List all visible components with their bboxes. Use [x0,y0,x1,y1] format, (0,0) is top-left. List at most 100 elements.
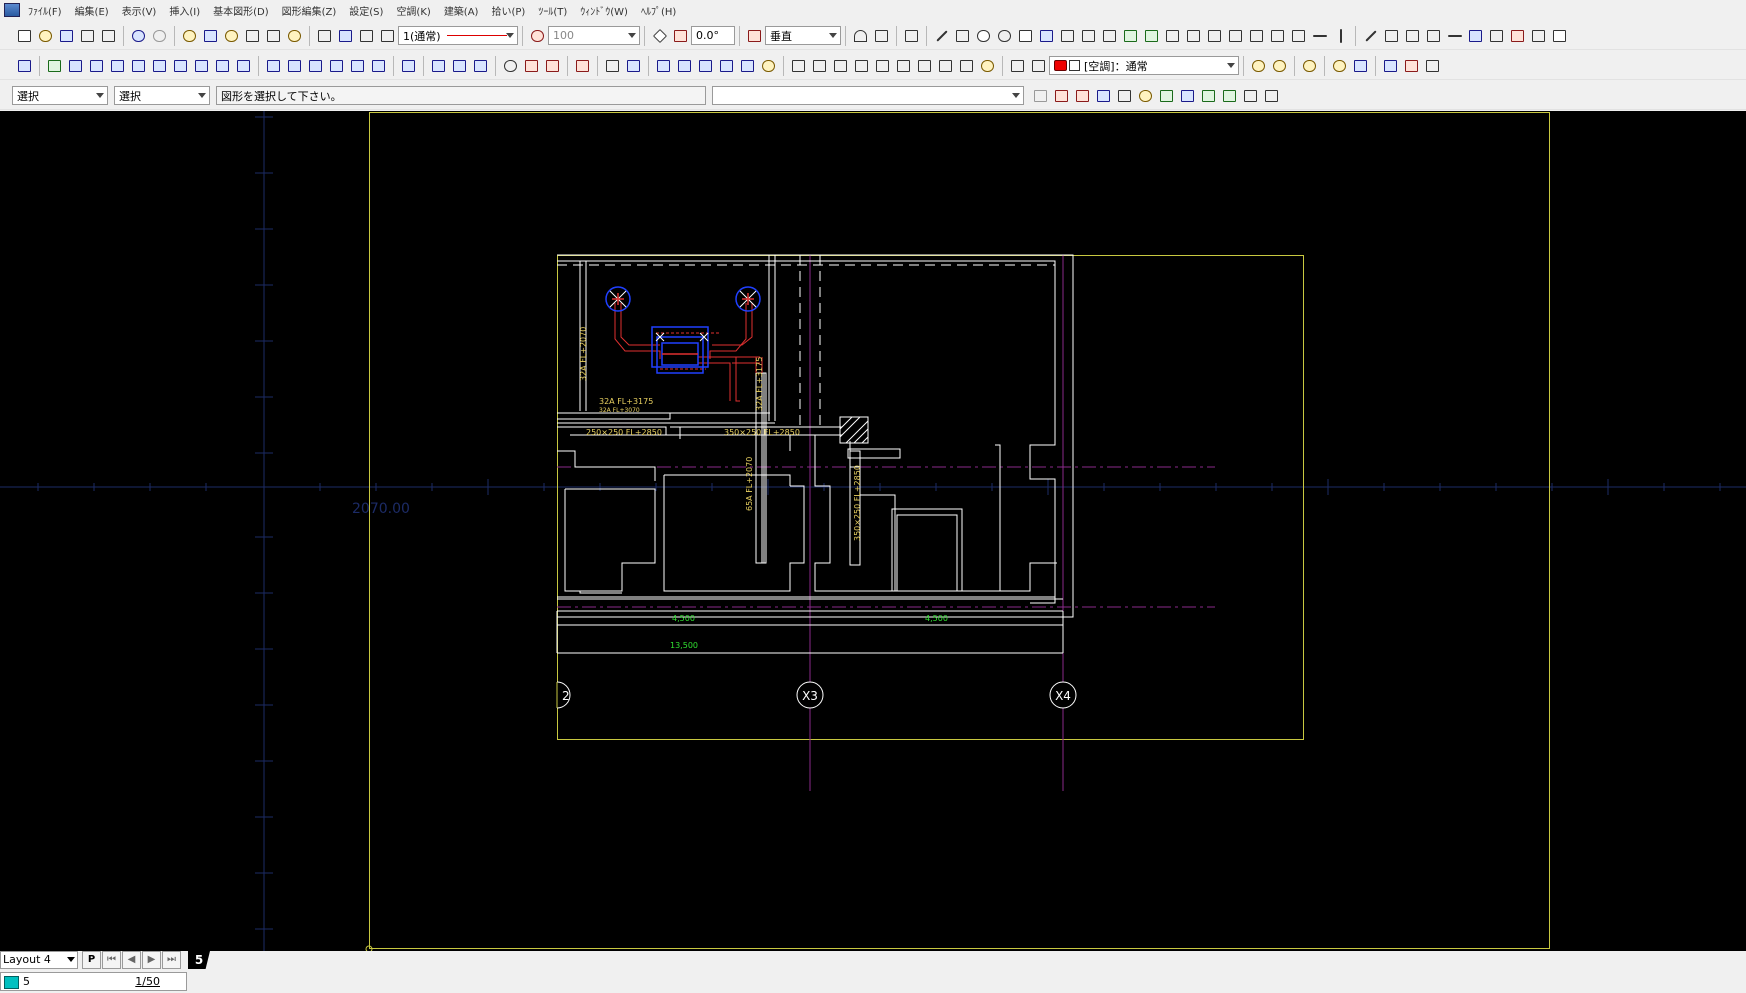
layer-set-icon[interactable] [1299,55,1320,76]
property-icon[interactable] [221,25,242,46]
pipe-fitting-icon[interactable] [470,55,491,76]
selection-mode-combo[interactable]: 選択 [12,86,108,105]
line-tool-icon[interactable] [931,25,952,46]
align-bottom-icon[interactable] [695,55,716,76]
menu-shape-edit[interactable]: 図形編集(Z) [282,3,337,18]
measure-tool-icon[interactable] [1422,55,1443,76]
cap-icon[interactable] [233,55,254,76]
pump-icon[interactable] [521,55,542,76]
height-down-icon[interactable] [809,55,830,76]
damper-icon[interactable] [263,55,284,76]
flex-duct-icon[interactable] [326,55,347,76]
open-folder-icon[interactable] [35,25,56,46]
split-view-icon[interactable] [314,25,335,46]
table-icon[interactable] [1099,25,1120,46]
arc-tool-icon[interactable] [850,25,871,46]
undo-icon[interactable] [128,25,149,46]
print-preview-icon[interactable] [77,25,98,46]
leader-icon[interactable] [1204,25,1225,46]
cross-icon[interactable] [1444,25,1465,46]
microphone-icon[interactable] [1030,85,1051,106]
info-icon[interactable] [1350,55,1371,76]
print-icon[interactable] [98,25,119,46]
corner-icon[interactable] [1267,25,1288,46]
diffuser-icon[interactable] [284,55,305,76]
measure-icon[interactable] [977,55,998,76]
duct-route-icon[interactable] [65,55,86,76]
fire-icon[interactable] [542,55,563,76]
frame-support-icon[interactable] [935,55,956,76]
layer-combo[interactable]: [空調]：通常 [1049,56,1239,75]
menu-tools[interactable]: ﾂｰﾙ(T) [538,3,567,18]
pipe-icon[interactable] [428,55,449,76]
cross-grid-icon[interactable] [1093,85,1114,106]
diagonal-line-icon[interactable] [1360,25,1381,46]
command-input[interactable] [712,86,1024,105]
menu-hvac[interactable]: 空調(K) [396,3,430,18]
cursor-icon[interactable] [1120,25,1141,46]
bracket-icon[interactable] [893,55,914,76]
pencil-icon[interactable] [871,25,892,46]
delete-icon[interactable] [1507,25,1528,46]
valve-icon[interactable] [500,55,521,76]
hanger-icon[interactable] [851,55,872,76]
prev-layout-icon[interactable]: ◀ [122,951,141,969]
circle-tool-icon[interactable] [973,25,994,46]
branch-node-icon[interactable] [1219,85,1240,106]
layer-off-icon[interactable] [1269,55,1290,76]
connect-node-icon[interactable] [1198,85,1219,106]
grid-icon[interactable] [1465,25,1486,46]
multi-line-icon[interactable] [1423,25,1444,46]
layer-on-icon[interactable] [1248,55,1269,76]
polyline-icon[interactable] [952,25,973,46]
menu-takeoff[interactable]: 拾い(P) [491,3,525,18]
align-right-icon[interactable] [737,55,758,76]
frame-icon[interactable] [1549,25,1570,46]
report-icon[interactable] [1261,85,1282,106]
elbow-icon[interactable] [128,55,149,76]
new-file-icon[interactable] [14,25,35,46]
offset-duct-icon[interactable] [212,55,233,76]
branch-icon[interactable] [191,55,212,76]
app-icon[interactable] [4,3,20,17]
layout-combo[interactable]: Layout 4 [0,951,78,969]
link-icon[interactable] [1141,25,1162,46]
insulation-icon[interactable] [398,55,419,76]
object-snap-icon[interactable] [356,25,377,46]
selection-filter-combo[interactable]: 選択 [114,86,210,105]
angle-field[interactable]: 0.0° [691,26,735,45]
align-middle-icon[interactable] [674,55,695,76]
edit-text-icon[interactable] [1051,85,1072,106]
anchor-icon[interactable] [914,55,935,76]
cloud-icon[interactable] [1162,25,1183,46]
duct-fitting-icon[interactable] [86,55,107,76]
grid-dots-icon[interactable] [1486,25,1507,46]
duct-joint-icon[interactable] [107,55,128,76]
copy-icon[interactable] [1288,25,1309,46]
paper-space-button[interactable]: P [82,951,101,969]
vent-icon[interactable] [347,55,368,76]
menu-insert[interactable]: 挿入(I) [169,3,200,18]
offset-icon[interactable] [1036,25,1057,46]
next-layout-icon[interactable]: ▶ [142,951,161,969]
menu-settings[interactable]: 設定(S) [349,3,383,18]
block-icon[interactable] [1135,85,1156,106]
equipment-icon[interactable] [14,55,35,76]
pipe-route-icon[interactable] [449,55,470,76]
parallel-icon[interactable] [1381,25,1402,46]
group-icon[interactable] [1156,85,1177,106]
slope-icon[interactable] [602,55,623,76]
check-icon[interactable] [1240,85,1261,106]
stamp-icon[interactable] [1183,25,1204,46]
fan-icon[interactable] [368,55,389,76]
scale-combo[interactable]: 100 [548,26,640,45]
layers-icon[interactable] [1007,55,1028,76]
first-layout-icon[interactable]: ⏮ [102,951,121,969]
angle-icon[interactable] [670,25,691,46]
vertical-line-icon[interactable] [1330,25,1351,46]
viewport-frame[interactable] [557,255,1304,740]
support-icon[interactable] [872,55,893,76]
zoom-all-icon[interactable] [284,25,305,46]
menu-basic-shapes[interactable]: 基本図形(D) [213,3,269,18]
replace-icon[interactable] [1072,85,1093,106]
